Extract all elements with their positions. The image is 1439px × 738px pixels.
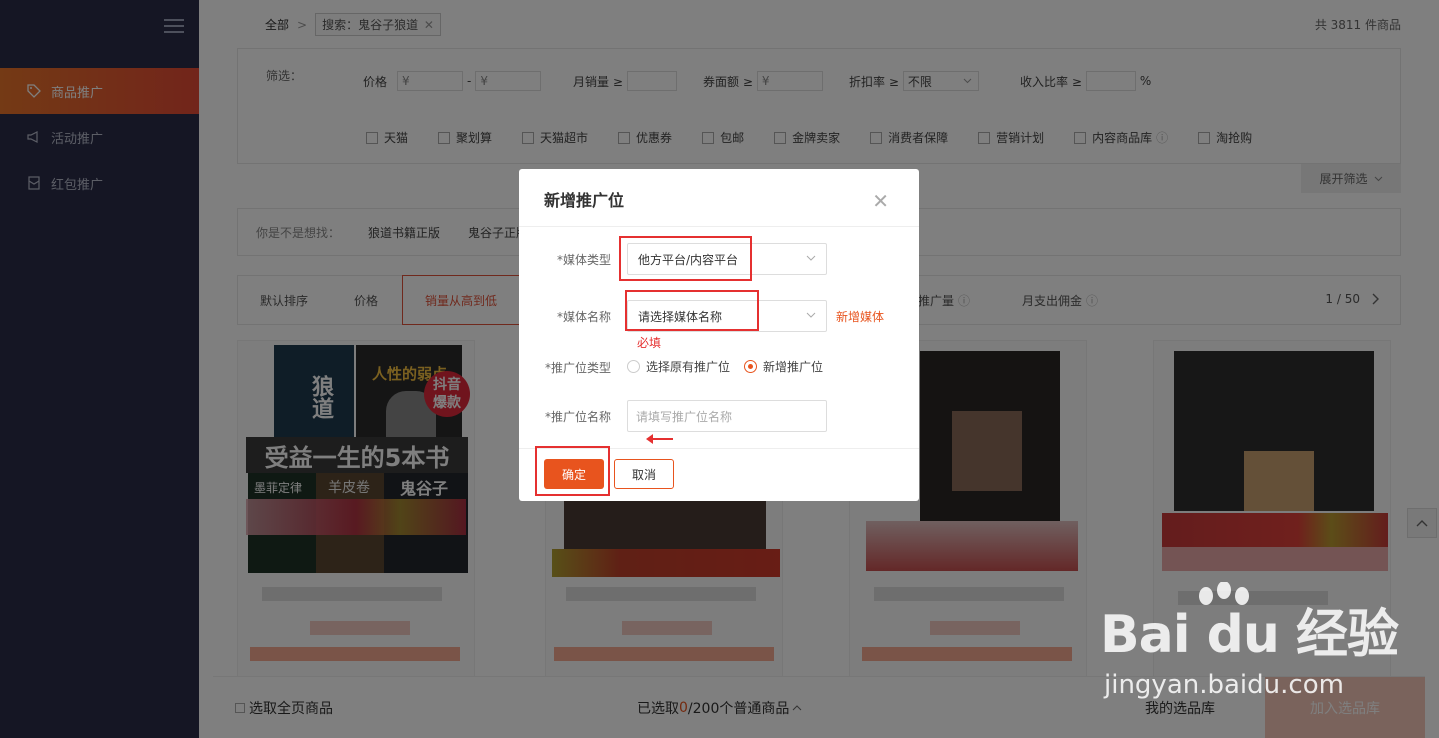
position-name-label: *推广位名称 <box>544 410 611 424</box>
radio-new-position[interactable]: 新增推广位 <box>744 358 823 375</box>
position-type-label: *推广位类型 <box>544 361 611 375</box>
position-name-input[interactable]: 请填写推广位名称 <box>627 400 827 432</box>
annotation-highlight <box>619 236 752 281</box>
annotation-highlight <box>535 446 610 496</box>
radio-label: 选择原有推广位 <box>646 360 731 374</box>
watermark-brand: Bai du 经验 <box>1100 605 1399 665</box>
annotation-highlight <box>625 290 759 331</box>
close-icon[interactable]: ✕ <box>872 189 889 213</box>
divider <box>519 226 919 227</box>
arrow-left-icon <box>646 434 673 444</box>
radio-button[interactable] <box>627 360 640 373</box>
chevron-down-icon <box>806 255 816 261</box>
radio-existing-position[interactable]: 选择原有推广位 <box>627 358 730 375</box>
new-promo-position-dialog: 新增推广位 ✕ *媒体类型 他方平台/内容平台 *媒体名称 请选择媒体名称 新增… <box>519 169 919 501</box>
dialog-title: 新增推广位 <box>544 191 625 210</box>
radio-button-selected[interactable] <box>744 360 757 373</box>
new-media-link[interactable]: 新增媒体 <box>836 308 884 325</box>
baidu-jingyan-watermark: Bai du 经验 jingyan.baidu.com <box>1100 582 1430 702</box>
media-type-label: *媒体类型 <box>556 253 611 267</box>
watermark-url: jingyan.baidu.com <box>1104 670 1344 700</box>
cancel-button[interactable]: 取消 <box>614 459 674 489</box>
radio-label: 新增推广位 <box>763 360 824 374</box>
chevron-down-icon <box>806 312 816 318</box>
required-hint: 必填 <box>637 336 662 350</box>
media-name-label: *媒体名称 <box>556 310 611 324</box>
